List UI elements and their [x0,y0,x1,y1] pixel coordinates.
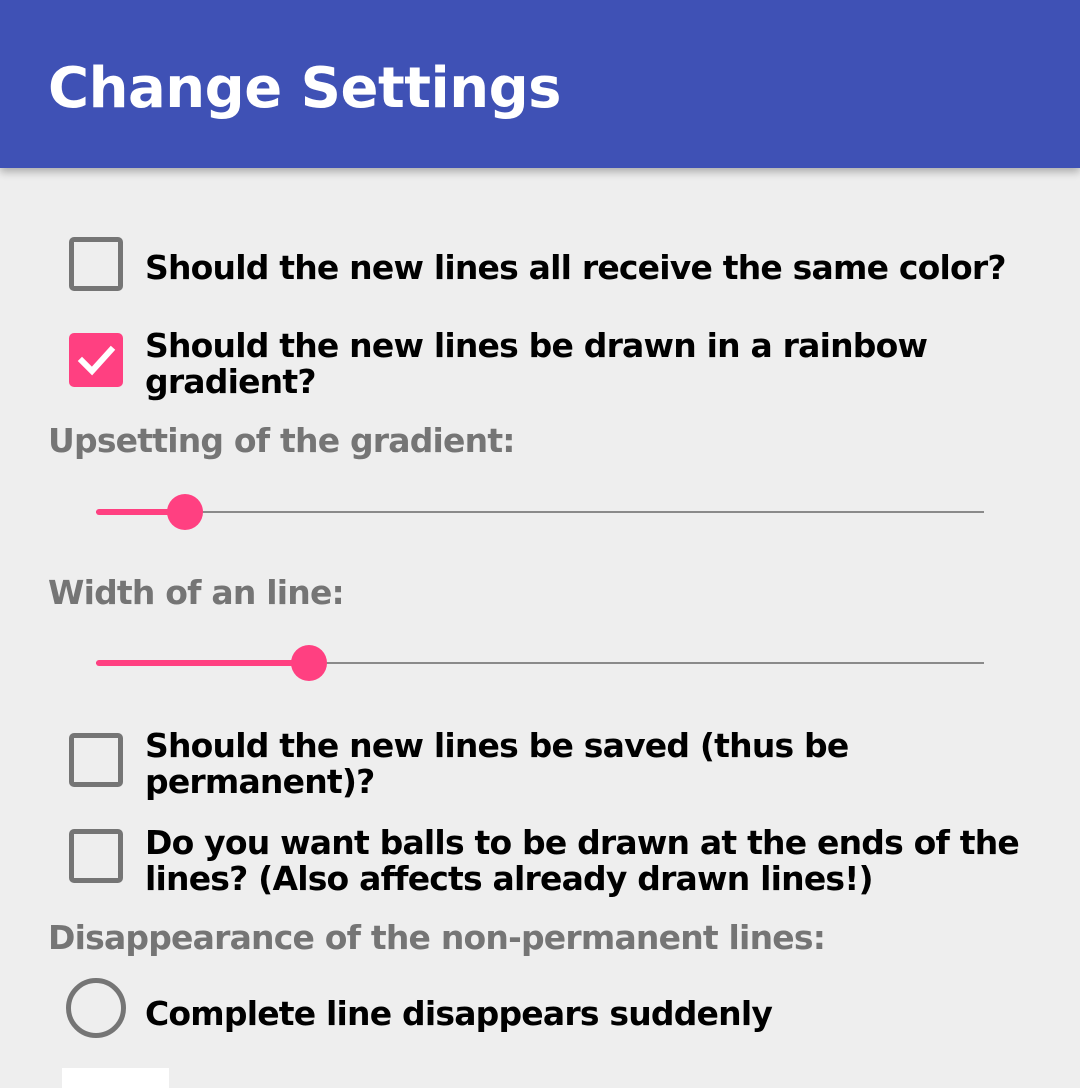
draw-balls-label: Do you want balls to be drawn at the end… [145,823,1020,898]
draw-balls-checkbox[interactable] [69,829,123,883]
slider-thumb[interactable] [291,645,328,681]
gradient-offset-label: Upsetting of the gradient: [48,421,516,460]
disappear-suddenly-radio[interactable] [66,978,126,1038]
gradient-offset-slider[interactable] [96,492,984,532]
next-option-card [62,1068,169,1088]
slider-fill [96,660,310,666]
save-lines-label: Should the new lines be saved (thus be p… [145,726,849,801]
slider-track [96,511,984,513]
disappear-suddenly-label: Complete line disappears suddenly [145,994,773,1033]
disappearance-label: Disappearance of the non-permanent lines… [48,918,826,957]
line-width-slider[interactable] [96,643,984,683]
same-color-label: Should the new lines all receive the sam… [145,248,1006,287]
page-title: Change Settings [48,56,562,121]
slider-thumb[interactable] [166,494,203,530]
same-color-checkbox[interactable] [69,237,123,291]
app-bar: Change Settings [0,0,1080,168]
rainbow-label: Should the new lines be drawn in a rainb… [145,326,928,401]
save-lines-checkbox[interactable] [69,733,123,787]
rainbow-checkbox[interactable] [69,333,123,387]
check-icon [77,345,116,376]
line-width-label: Width of an line: [48,573,345,612]
